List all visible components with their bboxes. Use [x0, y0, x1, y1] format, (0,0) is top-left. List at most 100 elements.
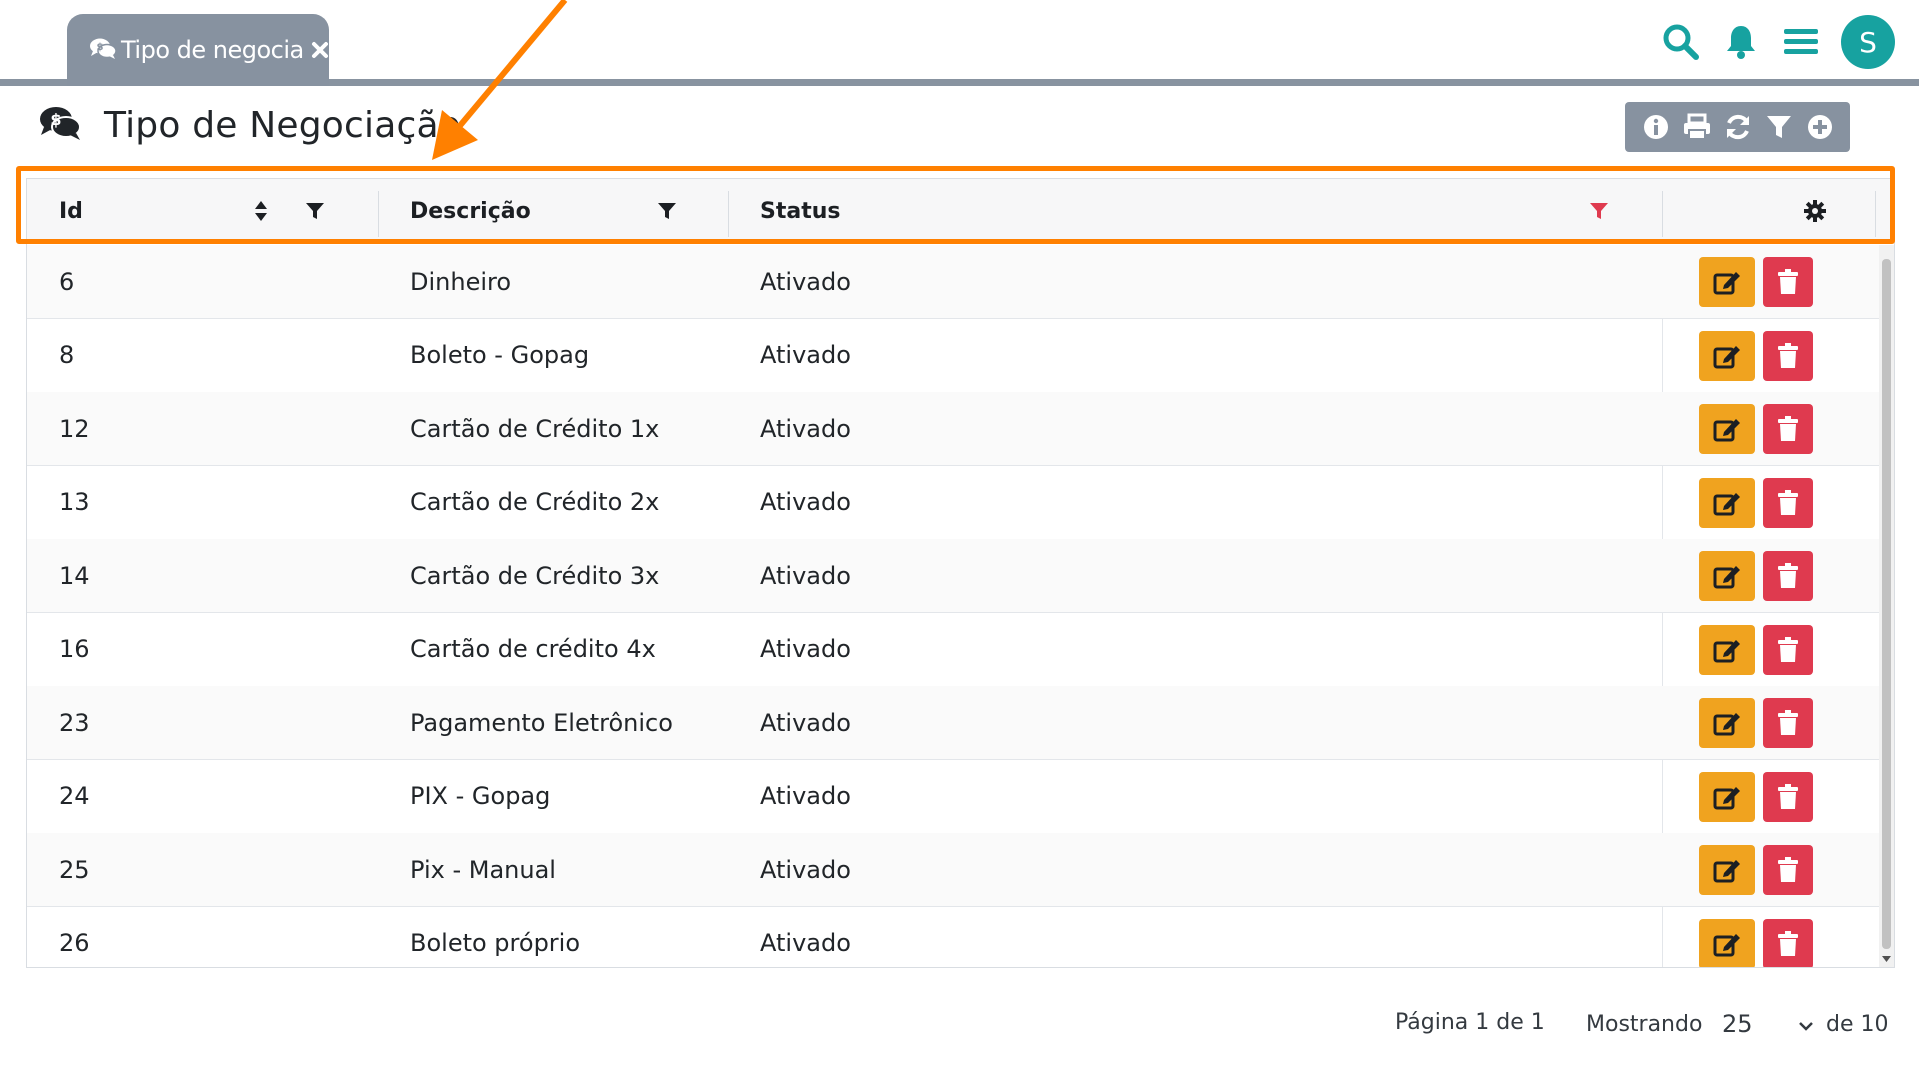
table-row[interactable]: 23 Pagamento Eletrônico Ativado: [27, 686, 1879, 760]
trash-icon: [1778, 416, 1798, 441]
column-separator: [728, 191, 729, 237]
filter-icon[interactable]: [303, 199, 327, 223]
table-row[interactable]: 16 Cartão de crédito 4x Ativado: [27, 613, 1879, 687]
table-row[interactable]: 6 Dinheiro Ativado: [27, 245, 1879, 319]
cell-id: 26: [59, 929, 90, 957]
chevron-down-icon: [1798, 1010, 1814, 1038]
edit-icon: [1713, 713, 1740, 736]
cell-status: Ativado: [760, 488, 851, 516]
cell-descricao: Pix - Manual: [410, 855, 556, 884]
delete-button[interactable]: [1763, 624, 1813, 675]
close-icon[interactable]: [310, 40, 329, 60]
sort-icon[interactable]: [249, 199, 273, 223]
trash-icon: [1778, 342, 1798, 368]
trash-icon: [1778, 489, 1798, 515]
column-header-id[interactable]: Id: [59, 179, 83, 243]
filter-active-icon[interactable]: [1587, 199, 1611, 223]
comments-dollar-icon: $: [38, 105, 84, 145]
avatar[interactable]: S: [1841, 15, 1895, 69]
cell-descricao: Cartão de crédito 4x: [410, 635, 656, 663]
trash-icon: [1778, 269, 1798, 294]
showing-label: Mostrando: [1586, 1012, 1703, 1037]
edit-button[interactable]: [1699, 404, 1755, 454]
cell-descricao: Cartão de Crédito 1x: [410, 414, 660, 443]
column-separator: [1662, 191, 1663, 237]
cell-descricao: Cartão de Crédito 3x: [410, 561, 660, 590]
cell-descricao: Boleto próprio: [410, 929, 581, 957]
data-table: Id Descrição Status 6 Dinheiro Ativado 8…: [26, 178, 1895, 968]
edit-icon: [1713, 639, 1740, 662]
bell-icon[interactable]: [1711, 12, 1771, 72]
column-header-descricao[interactable]: Descrição: [410, 179, 531, 243]
table-row[interactable]: 8 Boleto - Gopag Ativado: [27, 319, 1879, 393]
edit-button[interactable]: [1699, 771, 1755, 822]
scroll-down-icon[interactable]: [1882, 956, 1891, 964]
cell-id: 16: [59, 635, 90, 663]
cell-status: Ativado: [760, 929, 851, 957]
edit-icon: [1713, 786, 1740, 809]
cell-status: Ativado: [760, 561, 851, 590]
cell-status: Ativado: [760, 782, 851, 810]
trash-icon: [1778, 857, 1798, 882]
cell-id: 6: [59, 267, 75, 296]
info-icon[interactable]: [1638, 109, 1674, 145]
refresh-icon[interactable]: [1720, 109, 1756, 145]
edit-icon: [1713, 566, 1740, 589]
edit-icon: [1713, 860, 1740, 883]
edit-button[interactable]: [1699, 330, 1755, 381]
search-icon[interactable]: [1651, 12, 1711, 72]
edit-button[interactable]: [1699, 918, 1755, 967]
table-body: 6 Dinheiro Ativado 8 Boleto - Gopag Ativ…: [27, 245, 1879, 967]
table-row[interactable]: 26 Boleto próprio Ativado: [27, 907, 1879, 967]
cell-descricao: PIX - Gopag: [410, 782, 551, 810]
delete-button[interactable]: [1763, 698, 1813, 748]
tab-tipo-negociacao[interactable]: $ Tipo de negocia: [67, 14, 329, 86]
table-row[interactable]: 12 Cartão de Crédito 1x Ativado: [27, 392, 1879, 466]
table-row[interactable]: 13 Cartão de Crédito 2x Ativado: [27, 466, 1879, 540]
cell-descricao: Boleto - Gopag: [410, 341, 590, 369]
menu-icon[interactable]: [1771, 12, 1831, 72]
edit-icon: [1713, 345, 1740, 368]
column-header-status[interactable]: Status: [760, 179, 840, 243]
add-icon[interactable]: [1802, 109, 1838, 145]
column-separator: [1875, 191, 1876, 237]
cell-status: Ativado: [760, 414, 851, 443]
gear-icon[interactable]: [1803, 199, 1827, 223]
edit-icon: [1713, 933, 1740, 956]
edit-button[interactable]: [1699, 551, 1755, 601]
filter-icon[interactable]: [1761, 109, 1797, 145]
vertical-scrollbar[interactable]: [1879, 245, 1894, 967]
table-row[interactable]: 25 Pix - Manual Ativado: [27, 833, 1879, 907]
delete-button[interactable]: [1763, 845, 1813, 895]
delete-button[interactable]: [1763, 918, 1813, 967]
delete-button[interactable]: [1763, 404, 1813, 454]
edit-button[interactable]: [1699, 477, 1755, 528]
table-row[interactable]: 14 Cartão de Crédito 3x Ativado: [27, 539, 1879, 613]
delete-button[interactable]: [1763, 771, 1813, 822]
table-row[interactable]: 24 PIX - Gopag Ativado: [27, 760, 1879, 834]
column-separator: [378, 191, 379, 237]
scroll-thumb[interactable]: [1882, 259, 1891, 949]
comments-dollar-icon: $: [89, 37, 117, 63]
print-icon[interactable]: [1679, 109, 1715, 145]
trash-icon: [1778, 710, 1798, 735]
cell-status: Ativado: [760, 708, 851, 737]
page-size-select[interactable]: 25: [1718, 1004, 1814, 1044]
delete-button[interactable]: [1763, 477, 1813, 528]
delete-button[interactable]: [1763, 257, 1813, 307]
cell-descricao: Dinheiro: [410, 267, 512, 296]
page-title: Tipo de Negociação: [104, 104, 461, 146]
cell-descricao: Pagamento Eletrônico: [410, 708, 673, 737]
svg-text:$: $: [97, 42, 104, 53]
edit-button[interactable]: [1699, 698, 1755, 748]
cell-descricao: Cartão de Crédito 2x: [410, 488, 660, 516]
delete-button[interactable]: [1763, 551, 1813, 601]
top-actions: S: [1651, 12, 1895, 72]
edit-button[interactable]: [1699, 257, 1755, 307]
delete-button[interactable]: [1763, 330, 1813, 381]
table-header: Id Descrição Status: [27, 179, 1894, 243]
page-header: $ Tipo de Negociação: [38, 98, 461, 152]
filter-icon[interactable]: [655, 199, 679, 223]
edit-button[interactable]: [1699, 624, 1755, 675]
edit-button[interactable]: [1699, 845, 1755, 895]
